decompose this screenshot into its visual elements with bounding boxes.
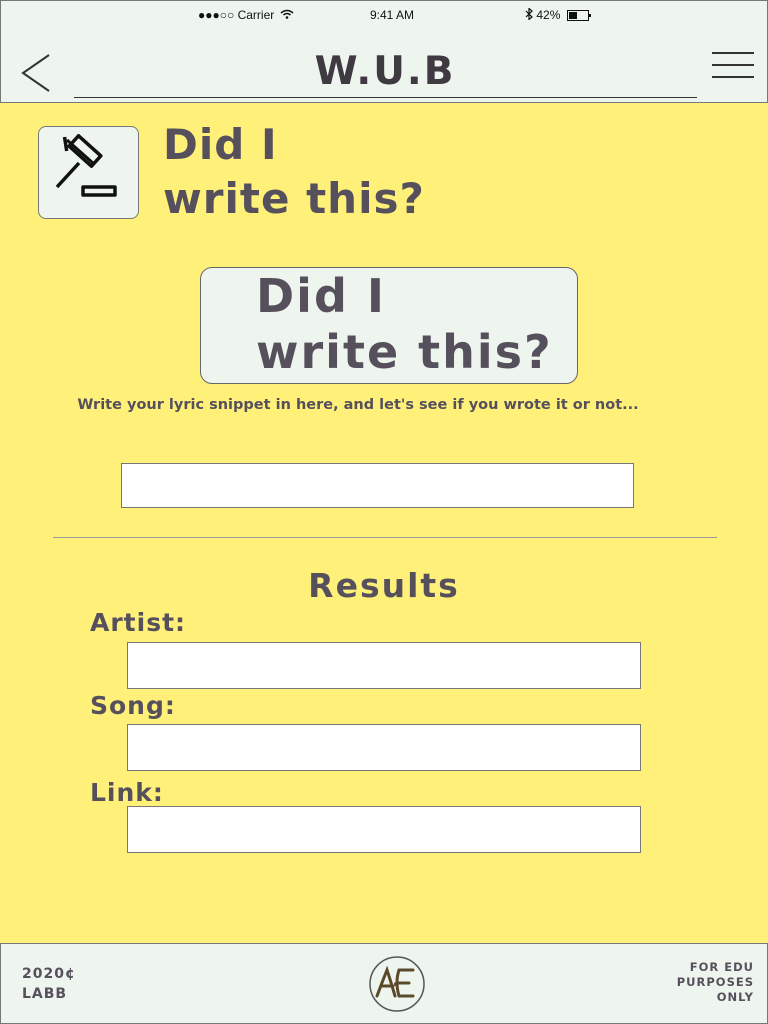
page-title-line2: write this? [163, 174, 425, 223]
song-result-field[interactable] [127, 724, 641, 771]
copyright-year: 2020¢ [22, 966, 76, 982]
battery-icon [566, 10, 591, 22]
copyright-owner: LABB [22, 986, 68, 1002]
logo-icon [369, 956, 425, 1012]
instructions-text: Write your lyric snippet in here, and le… [77, 397, 639, 413]
bluetooth-icon [525, 7, 533, 21]
link-label: Link: [90, 778, 164, 807]
app-title: W.U.B [314, 49, 456, 94]
page-title: Did I write this? [163, 118, 425, 226]
edu-line2: PURPOSES [676, 975, 754, 989]
copyright-text: 2020¢ LABB [22, 964, 76, 1004]
edu-line1: FOR EDU [689, 960, 754, 974]
hero-card: Did I write this? [200, 267, 578, 384]
hamburger-line [712, 76, 754, 78]
results-heading: Results [308, 566, 460, 605]
feature-icon-tile [38, 126, 139, 219]
top-nav-bar: ●●●○○ Carrier 9:41 AM 42% W.U.B [0, 0, 768, 103]
edu-line3: ONLY [716, 990, 754, 1004]
hamburger-line [712, 64, 754, 66]
edu-disclaimer: FOR EDU PURPOSES ONLY [677, 960, 754, 1005]
section-divider [53, 537, 717, 538]
status-time: 9:41 AM [370, 8, 415, 22]
hero-line1: Did I [256, 269, 387, 323]
status-battery: 42% [525, 7, 591, 22]
lyric-snippet-input[interactable] [121, 463, 634, 508]
hero-text: Did I write this? [256, 268, 553, 380]
status-carrier: ●●●○○ Carrier [198, 8, 294, 22]
link-result-field[interactable] [127, 806, 641, 853]
battery-percent: 42% [536, 8, 561, 22]
wifi-icon [280, 9, 294, 19]
gavel-icon [55, 134, 117, 197]
footer: 2020¢ LABB FOR EDU PURPOSES ONLY [0, 943, 768, 1024]
title-underline [74, 97, 697, 98]
carrier-signal: ●●●○○ Carrier [198, 8, 275, 22]
page-title-line1: Did I [163, 120, 278, 169]
song-label: Song: [90, 691, 176, 720]
hamburger-menu-icon [712, 52, 754, 54]
artist-result-field[interactable] [127, 642, 641, 689]
labb-logo[interactable] [369, 956, 425, 1012]
menu-button[interactable] [712, 51, 754, 79]
hero-line2: write this? [256, 325, 553, 379]
artist-label: Artist: [90, 608, 187, 637]
